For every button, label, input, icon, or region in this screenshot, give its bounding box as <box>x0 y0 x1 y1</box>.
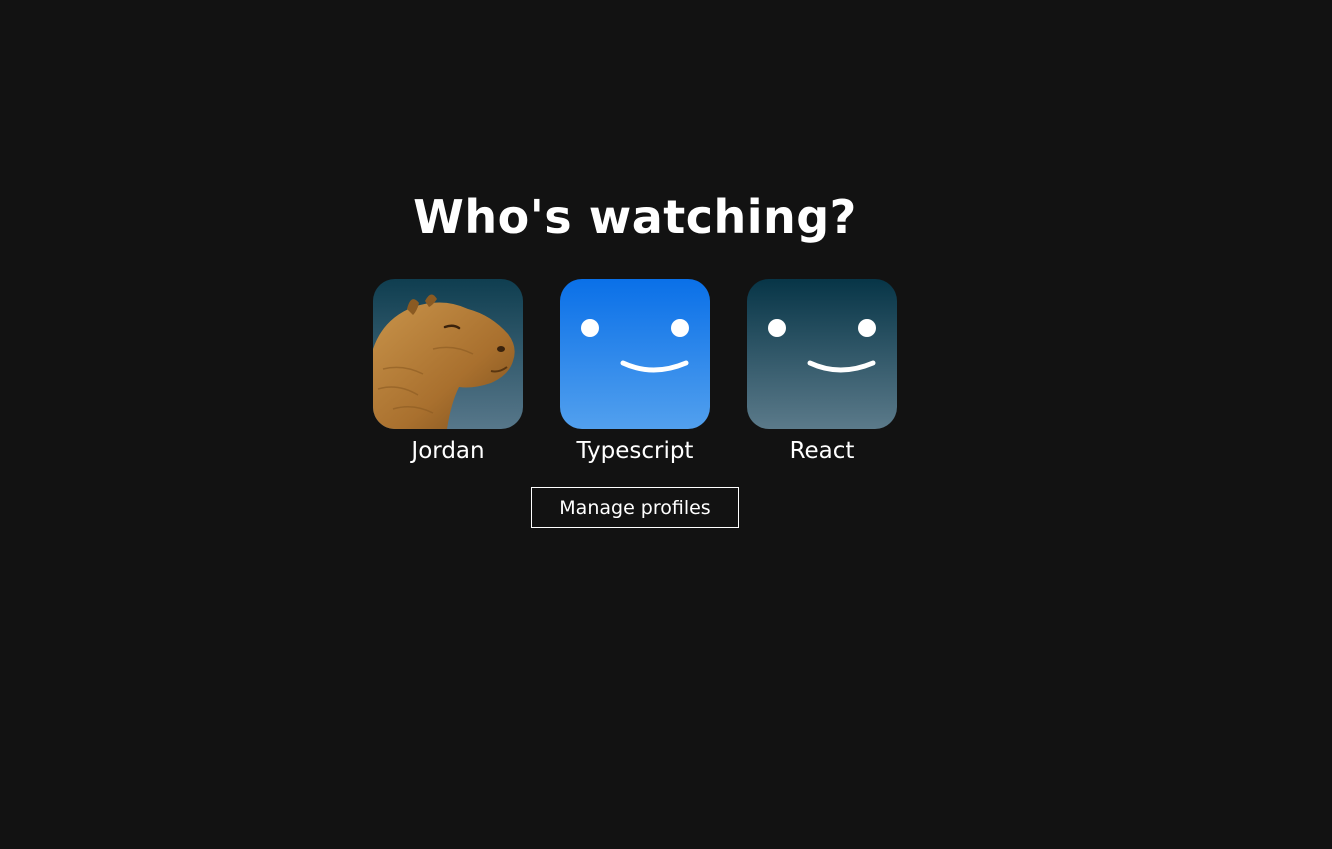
profile-react[interactable]: React <box>747 279 897 465</box>
profile-jordan[interactable]: Jordan <box>373 279 523 465</box>
profile-select-page: Who's watching? Jordan Typescript React … <box>0 0 1332 849</box>
profile-name: Typescript <box>576 438 694 464</box>
smiley-face-icon[interactable] <box>747 279 897 429</box>
page-title: Who's watching? <box>413 190 857 244</box>
profile-name: React <box>789 438 855 464</box>
manage-profiles-button[interactable]: Manage profiles <box>531 487 739 528</box>
smiley-face-icon[interactable] <box>560 279 710 429</box>
capybara-avatar-image[interactable] <box>373 279 523 429</box>
profile-name: Jordan <box>411 438 485 464</box>
profile-list: Jordan Typescript React <box>373 279 897 465</box>
profile-typescript[interactable]: Typescript <box>560 279 710 465</box>
